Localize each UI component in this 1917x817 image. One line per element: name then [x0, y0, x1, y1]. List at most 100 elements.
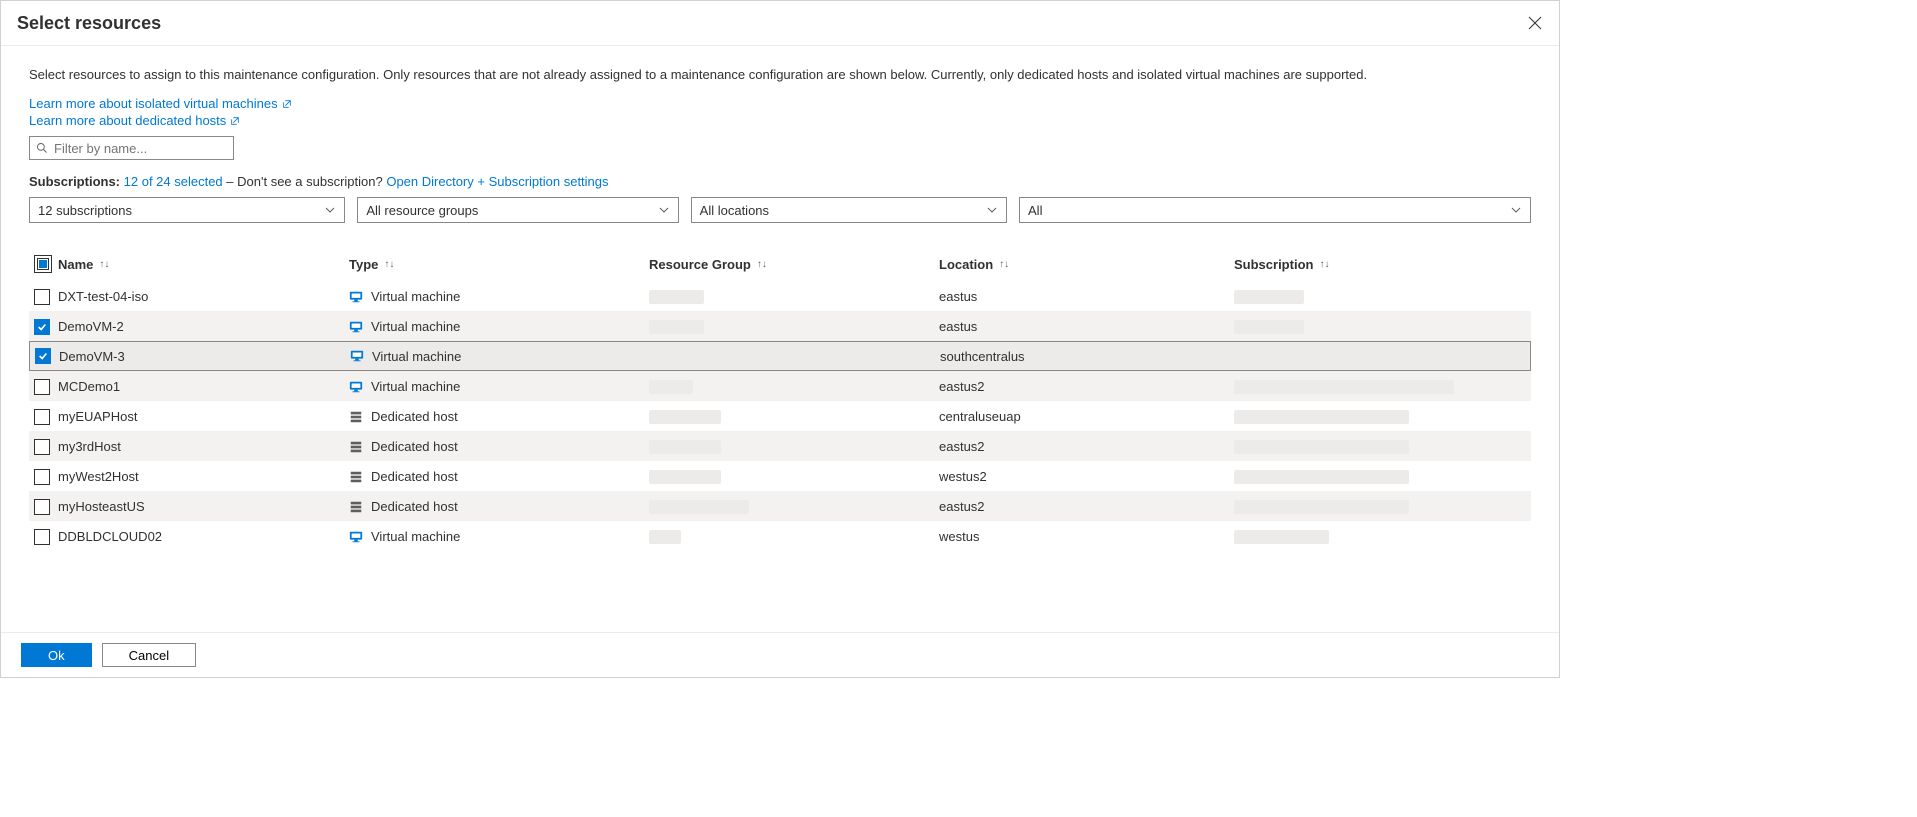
subscriptions-selected-link[interactable]: 12 of 24 selected — [124, 174, 223, 189]
cell-location: eastus — [939, 289, 1234, 304]
cell-name: myWest2Host — [29, 469, 349, 485]
cell-resource-group — [649, 290, 939, 304]
resource-name: my3rdHost — [58, 439, 121, 454]
dropdown-label: All resource groups — [366, 203, 478, 218]
resource-name: myWest2Host — [58, 469, 139, 484]
resource-type: Dedicated host — [371, 469, 458, 484]
cell-name: myHosteastUS — [29, 499, 349, 515]
resource-type: Virtual machine — [371, 529, 460, 544]
cell-name: DemoVM-3 — [30, 348, 350, 364]
dropdown-label: All — [1028, 203, 1042, 218]
cell-resource-group — [650, 349, 940, 363]
column-header-name[interactable]: Name ↑↓ — [29, 255, 349, 273]
resource-groups-dropdown[interactable]: All resource groups — [357, 197, 678, 223]
chevron-down-icon — [1510, 204, 1522, 216]
close-icon — [1528, 16, 1542, 30]
cell-location: westus — [939, 529, 1234, 544]
resource-name: DDBLDCLOUD02 — [58, 529, 162, 544]
row-checkbox[interactable] — [35, 348, 51, 364]
row-checkbox[interactable] — [34, 439, 50, 455]
filter-input-wrap[interactable] — [29, 136, 234, 160]
resource-name: DXT-test-04-iso — [58, 289, 148, 304]
vm-icon — [350, 349, 364, 363]
subscriptions-dropdown[interactable]: 12 subscriptions — [29, 197, 345, 223]
learn-dedicated-hosts-link[interactable]: Learn more about dedicated hosts — [29, 113, 240, 128]
resource-name: DemoVM-2 — [58, 319, 124, 334]
cell-subscription — [1234, 500, 1523, 514]
cell-name: MCDemo1 — [29, 379, 349, 395]
host-icon — [349, 440, 363, 454]
column-header-resource-group[interactable]: Resource Group ↑↓ — [649, 257, 939, 272]
redacted-value — [1234, 410, 1409, 424]
row-checkbox[interactable] — [34, 289, 50, 305]
intro-text: Select resources to assign to this maint… — [29, 66, 1531, 84]
all-dropdown[interactable]: All — [1019, 197, 1531, 223]
cell-name: DDBLDCLOUD02 — [29, 529, 349, 545]
redacted-value — [649, 380, 693, 394]
resource-type: Dedicated host — [371, 499, 458, 514]
chevron-down-icon — [658, 204, 670, 216]
cell-name: DXT-test-04-iso — [29, 289, 349, 305]
column-label: Name — [58, 257, 93, 272]
subscriptions-dash: – Don't see a subscription? — [226, 174, 386, 189]
cell-name: myEUAPHost — [29, 409, 349, 425]
resources-table: Name ↑↓ Type ↑↓ Resource Group ↑↓ Locati… — [29, 251, 1531, 551]
row-checkbox[interactable] — [34, 409, 50, 425]
chevron-down-icon — [324, 204, 336, 216]
cell-subscription — [1234, 440, 1523, 454]
directory-settings-link[interactable]: Open Directory + Subscription settings — [386, 174, 608, 189]
link-text: Learn more about isolated virtual machin… — [29, 96, 278, 111]
cell-type: Virtual machine — [349, 319, 649, 334]
ok-button[interactable]: Ok — [21, 643, 92, 667]
table-row[interactable]: DemoVM-2Virtual machineeastus — [29, 311, 1531, 341]
table-row[interactable]: DemoVM-3Virtual machinesouthcentralus — [29, 341, 1531, 371]
table-row[interactable]: myEUAPHostDedicated hostcentraluseuap — [29, 401, 1531, 431]
cell-resource-group — [649, 470, 939, 484]
row-checkbox[interactable] — [34, 319, 50, 335]
redacted-value — [649, 290, 704, 304]
chevron-down-icon — [986, 204, 998, 216]
resource-name: myHosteastUS — [58, 499, 145, 514]
resource-type: Virtual machine — [371, 379, 460, 394]
redacted-value — [649, 320, 704, 334]
table-row[interactable]: DDBLDCLOUD02 Virtual machine westus — [29, 521, 1531, 551]
table-row[interactable]: DXT-test-04-isoVirtual machineeastus — [29, 281, 1531, 311]
table-body: DXT-test-04-isoVirtual machineeastusDemo… — [29, 281, 1531, 551]
table-row[interactable]: MCDemo1 Virtual machine eastus2 — [29, 371, 1531, 401]
redacted-value — [1234, 440, 1409, 454]
row-checkbox[interactable] — [34, 379, 50, 395]
cell-subscription — [1234, 530, 1523, 544]
table-row[interactable]: myWest2HostDedicated hostwestus2 — [29, 461, 1531, 491]
learn-isolated-vm-link[interactable]: Learn more about isolated virtual machin… — [29, 96, 292, 111]
row-checkbox[interactable] — [34, 499, 50, 515]
locations-dropdown[interactable]: All locations — [691, 197, 1007, 223]
cell-type: Dedicated host — [349, 439, 649, 454]
select-all-checkbox[interactable] — [34, 255, 52, 273]
column-header-subscription[interactable]: Subscription ↑↓ — [1234, 257, 1523, 272]
redacted-value — [1234, 530, 1329, 544]
redacted-value — [649, 530, 681, 544]
resource-location: westus — [939, 529, 979, 544]
close-button[interactable] — [1521, 9, 1549, 37]
row-checkbox[interactable] — [34, 469, 50, 485]
cell-resource-group — [649, 500, 939, 514]
row-checkbox[interactable] — [34, 529, 50, 545]
resource-name: DemoVM-3 — [59, 349, 125, 364]
column-header-type[interactable]: Type ↑↓ — [349, 257, 649, 272]
dropdown-label: 12 subscriptions — [38, 203, 132, 218]
redacted-value — [1234, 290, 1304, 304]
table-row[interactable]: myHosteastUSDedicated hosteastus2 — [29, 491, 1531, 521]
sort-icon: ↑↓ — [99, 259, 109, 270]
table-row[interactable]: my3rdHostDedicated hosteastus2 — [29, 431, 1531, 461]
panel-body: Select resources to assign to this maint… — [1, 46, 1559, 632]
column-label: Type — [349, 257, 378, 272]
resource-location: eastus — [939, 289, 977, 304]
redacted-value — [649, 500, 749, 514]
cancel-button[interactable]: Cancel — [102, 643, 196, 667]
column-header-location[interactable]: Location ↑↓ — [939, 257, 1234, 272]
cell-type: Dedicated host — [349, 469, 649, 484]
column-label: Location — [939, 257, 993, 272]
resource-location: eastus2 — [939, 379, 985, 394]
filter-input[interactable] — [48, 141, 227, 156]
subscription-status-line: Subscriptions: 12 of 24 selected – Don't… — [29, 174, 1531, 189]
